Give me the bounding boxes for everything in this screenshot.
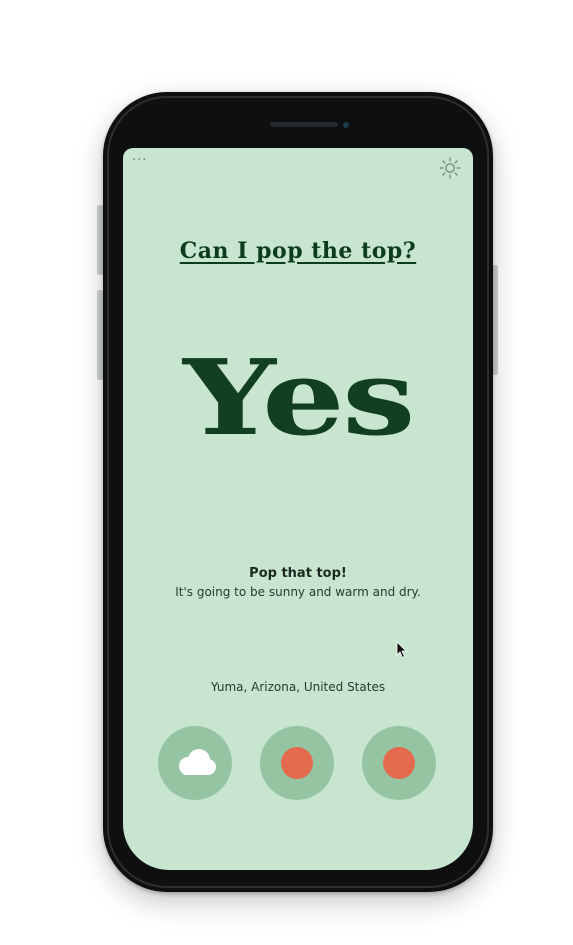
stage: ··· Can I pop the top? Yes Pop that top!…: [0, 0, 573, 945]
sun-dot-icon: [383, 747, 415, 779]
phone-speaker: [270, 122, 338, 127]
page-title: Can I pop the top?: [179, 238, 417, 264]
status-description: It's going to be sunny and warm and dry.: [175, 585, 421, 599]
location-label[interactable]: Yuma, Arizona, United States: [123, 680, 473, 694]
forecast-sun-button[interactable]: [362, 726, 436, 800]
theme-toggle-sun-icon[interactable]: [438, 156, 462, 180]
menu-dots-icon[interactable]: ···: [132, 154, 147, 167]
phone-camera: [343, 122, 349, 128]
mouse-cursor-icon: [396, 641, 407, 659]
cloud-icon: [179, 749, 216, 775]
status-title: Pop that top!: [249, 566, 347, 581]
forecast-sun-button[interactable]: [260, 726, 334, 800]
phone-power-button: [493, 265, 498, 375]
forecast-cloud-button[interactable]: [158, 726, 232, 800]
answer-text: Yes: [183, 336, 415, 459]
phone-frame: ··· Can I pop the top? Yes Pop that top!…: [103, 92, 493, 892]
app-screen: ··· Can I pop the top? Yes Pop that top!…: [123, 148, 473, 870]
sun-dot-icon: [281, 747, 313, 779]
